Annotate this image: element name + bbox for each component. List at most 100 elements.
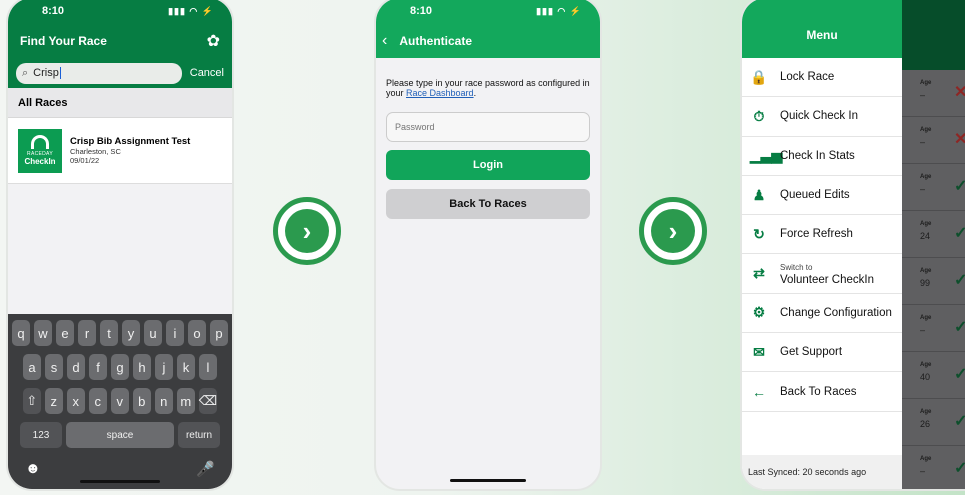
menu-item-sublabel: Switch to [780, 262, 813, 272]
keyboard-row-3-letters: zxcvbnm [44, 388, 195, 414]
menu-item-queued-edits[interactable]: ♟ Queued Edits [742, 176, 902, 216]
key-i[interactable]: i [166, 320, 184, 346]
menu-item-lock-race[interactable]: 🔒 Lock Race [742, 58, 902, 98]
delete-key[interactable]: ⌫ [198, 388, 218, 414]
age-value: 26 [920, 419, 931, 429]
key-b[interactable]: b [132, 388, 151, 414]
checkin-row: Age – ✓ [902, 446, 965, 489]
status-time: 8:10 [410, 5, 433, 17]
key-q[interactable]: q [12, 320, 30, 346]
chevron-right-icon: › [651, 209, 695, 253]
background-header [902, 0, 965, 70]
menu-item-check-in-stats[interactable]: ▁▃▅ Check In Stats [742, 137, 902, 176]
key-h[interactable]: h [133, 354, 151, 380]
lock-race-icon: 🔒 [750, 68, 768, 85]
age-label: Age [920, 127, 932, 133]
menu-item-label: Switch to Volunteer CheckIn [780, 262, 874, 286]
menu-item-force-refresh[interactable]: ↻ Force Refresh [742, 215, 902, 255]
space-key[interactable]: space [66, 422, 174, 448]
cancel-button[interactable]: Cancel [190, 67, 224, 79]
checked-in-icon: ✓ [954, 364, 965, 384]
menu-item-change-configuration[interactable]: ⚙ Change Configuration [742, 294, 902, 334]
key-w[interactable]: w [34, 320, 52, 346]
checkin-row: Age – ✕ [902, 117, 965, 164]
side-menu: Menu 🔒 Lock Race ⏱ Quick Check In ▁▃▅ Check I… [742, 0, 902, 489]
age-value: – [920, 184, 926, 194]
checked-in-icon: ✓ [954, 223, 965, 243]
microphone-icon[interactable]: 🎤 [196, 460, 215, 478]
key-r[interactable]: r [78, 320, 96, 346]
text-caret [59, 67, 61, 79]
age-value: – [920, 90, 926, 100]
menu-item-label: Get Support [780, 346, 843, 359]
key-s[interactable]: s [45, 354, 63, 380]
emoji-icon[interactable]: ☻ [25, 460, 41, 478]
key-k[interactable]: k [177, 354, 195, 380]
password-field[interactable] [386, 112, 590, 142]
age-value: 99 [920, 278, 931, 288]
key-t[interactable]: t [100, 320, 118, 346]
key-l[interactable]: l [199, 354, 217, 380]
key-x[interactable]: x [66, 388, 85, 414]
key-j[interactable]: j [155, 354, 173, 380]
key-u[interactable]: u [144, 320, 162, 346]
menu-item-label: Change Configuration [780, 306, 892, 319]
back-to-races-button[interactable]: Back To Races [386, 189, 590, 219]
menu-items: 🔒 Lock Race ⏱ Quick Check In ▁▃▅ Check In Sta… [742, 58, 902, 412]
change-configuration-icon: ⚙ [752, 304, 766, 321]
numbers-key[interactable]: 123 [20, 422, 62, 448]
p2-header: 8:10 ▮▮▮ ◠ ⚡ ‹ Authenticate [376, 0, 600, 58]
key-a[interactable]: a [23, 354, 41, 380]
back-chevron-icon[interactable]: ‹ [382, 32, 387, 50]
age-label: Age [920, 221, 932, 227]
not-checked-in-icon: ✕ [954, 129, 965, 149]
menu-item-label: Quick Check In [780, 110, 858, 123]
menu-item-label: Queued Edits [780, 189, 850, 202]
not-checked-in-icon: ✕ [954, 82, 965, 102]
key-e[interactable]: e [56, 320, 74, 346]
checked-in-icon: ✓ [954, 317, 965, 337]
checkin-row: Age 26 ✓ [902, 399, 965, 446]
menu-item-get-support[interactable]: ✉ Get Support [742, 333, 902, 373]
key-o[interactable]: o [188, 320, 206, 346]
race-location: Charleston, SC [70, 147, 121, 156]
race-name: Crisp Bib Assignment Test [70, 136, 191, 147]
login-button[interactable]: Login [386, 150, 590, 180]
race-list-item[interactable]: RACEDAY CheckIn Crisp Bib Assignment Tes… [8, 118, 232, 184]
return-key[interactable]: return [178, 422, 220, 448]
search-input[interactable]: ⌕ Crisp [16, 62, 182, 84]
shift-key[interactable]: ⇧ [22, 388, 41, 414]
home-indicator [80, 480, 160, 483]
search-row: ⌕ Crisp Cancel [8, 58, 232, 88]
menu-item-main-label: Volunteer CheckIn [780, 273, 874, 286]
key-v[interactable]: v [110, 388, 129, 414]
key-g[interactable]: g [111, 354, 129, 380]
back-to-races-icon: ← [752, 383, 766, 400]
key-p[interactable]: p [210, 320, 228, 346]
checkin-row: Age 99 ✓ [902, 258, 965, 305]
status-icons: ▮▮▮ ◠ ⚡ [536, 5, 582, 16]
settings-gear-icon[interactable]: ✿ [207, 31, 220, 51]
key-f[interactable]: f [89, 354, 107, 380]
key-d[interactable]: d [67, 354, 85, 380]
status-bar: 8:10 ▮▮▮ ◠ ⚡ [376, 0, 600, 24]
race-info: Crisp Bib Assignment Test Charleston, SC… [70, 136, 190, 165]
background-checkin-list: Age–✕Age–✕Age–✓Age24✓Age99✓Age–✓Age40✓Ag… [902, 0, 965, 489]
key-m[interactable]: m [176, 388, 195, 414]
key-c[interactable]: c [88, 388, 107, 414]
key-z[interactable]: z [44, 388, 63, 414]
key-y[interactable]: y [122, 320, 140, 346]
menu-item-quick-check-in[interactable]: ⏱ Quick Check In [742, 97, 902, 137]
keyboard-row-2: asdfghjkl [11, 354, 229, 380]
force-refresh-icon: ↻ [753, 225, 765, 242]
race-dashboard-link[interactable]: Race Dashboard [406, 88, 474, 98]
section-header: All Races [8, 88, 232, 118]
key-n[interactable]: n [154, 388, 173, 414]
phone-authenticate: 8:10 ▮▮▮ ◠ ⚡ ‹ Authenticate Please type … [374, 0, 602, 491]
page-title: Authenticate [399, 34, 473, 48]
status-bar: 8:10 ▮▮▮ ◠ ⚡ [8, 0, 232, 24]
keyboard-row-1: qwertyuiop [11, 320, 229, 346]
menu-item-volunteer-checkin[interactable]: ⇄ Switch to Volunteer CheckIn [742, 254, 902, 294]
menu-item-back-to-races[interactable]: ← Back To Races [742, 372, 902, 412]
keyboard-row-4: 123 space return [11, 422, 229, 448]
